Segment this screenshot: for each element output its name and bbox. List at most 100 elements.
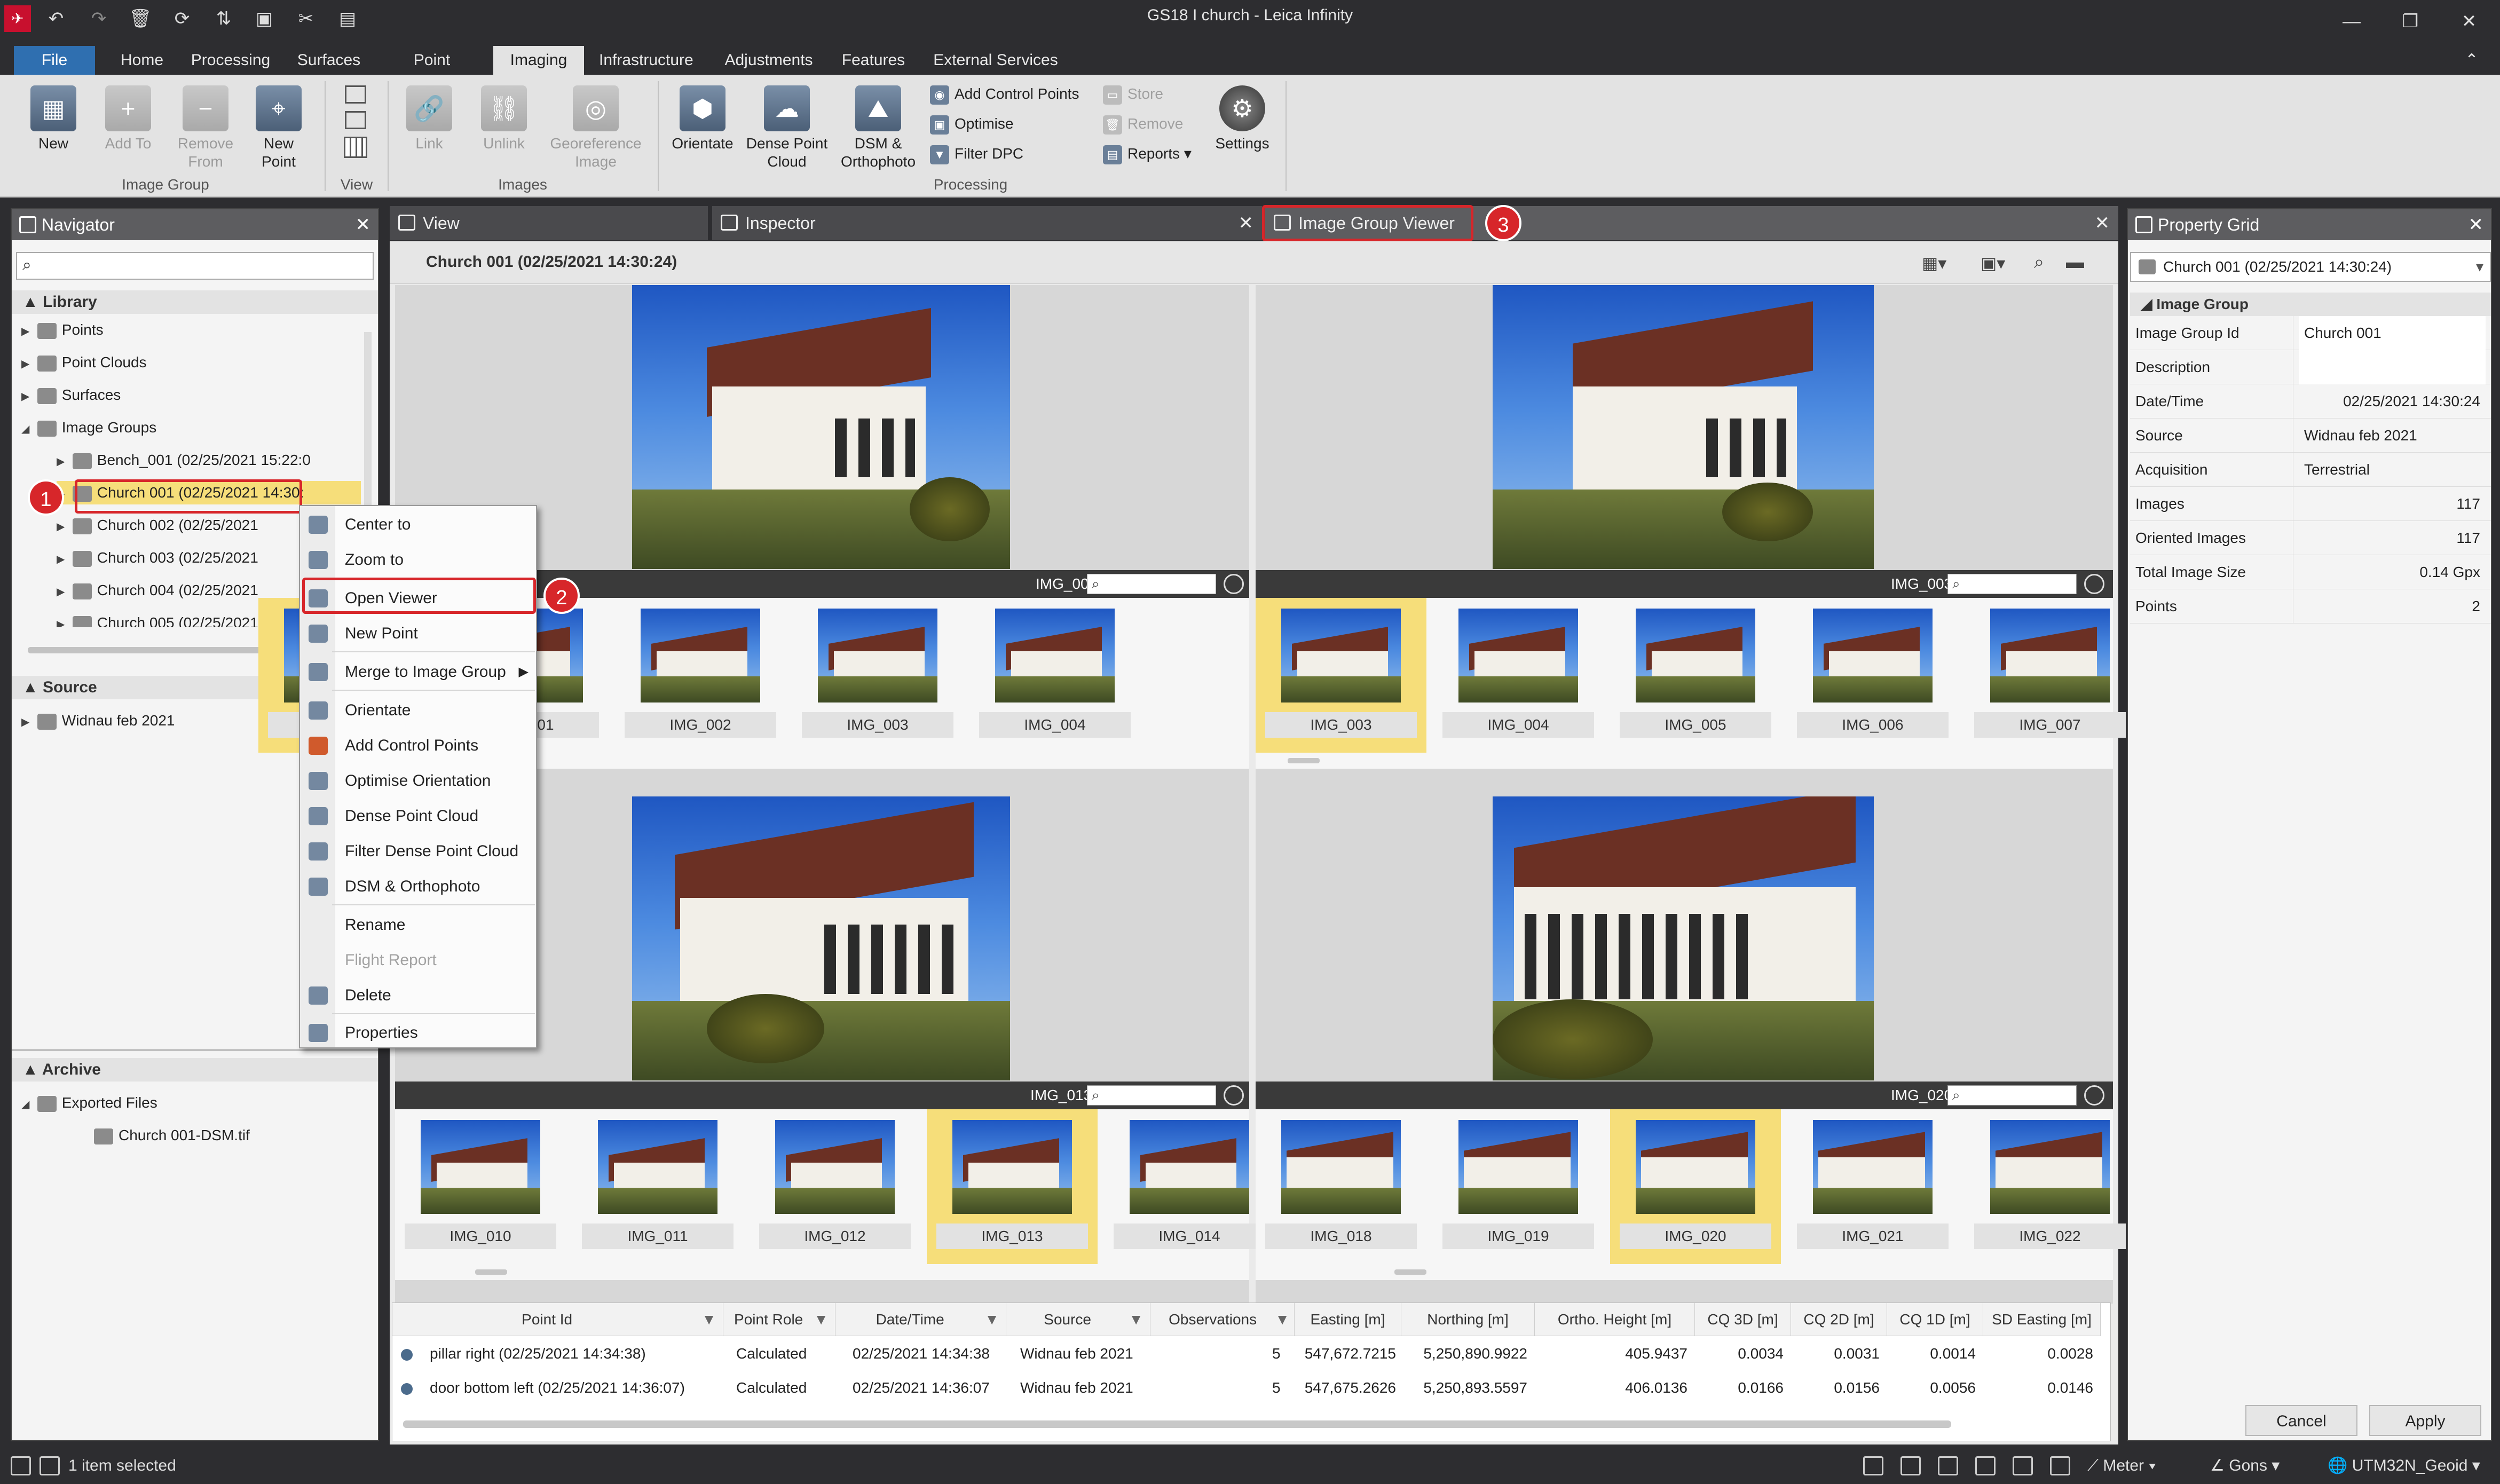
minimize-icon[interactable]: — (2333, 5, 2370, 37)
view-layout-button[interactable] (334, 85, 377, 158)
tree-item-bench-001[interactable]: ▶ Bench_001 (02/25/2021 15:22:0 (57, 448, 311, 472)
add-to-button[interactable]: + Add To (96, 85, 160, 153)
thumbnail[interactable]: IMG_006 (1787, 598, 1958, 753)
navigate-icon[interactable] (2084, 1085, 2104, 1106)
scroll-knob[interactable] (475, 1269, 507, 1275)
tree-item-image-groups[interactable]: ◢ Image Groups (21, 416, 156, 439)
new-image-group-button[interactable]: ▦ New (21, 85, 85, 153)
menu-item-zoom-to[interactable]: Zoom to (300, 543, 536, 577)
tab-view[interactable]: View (390, 206, 708, 240)
image-search-input[interactable]: ⌕ (1087, 1085, 1216, 1106)
menu-item-rename[interactable]: Rename (300, 909, 536, 942)
description-field[interactable] (2299, 350, 2486, 384)
menu-item-delete[interactable]: Delete (300, 979, 536, 1012)
reports-button[interactable]: ▤ Reports ▾ (1103, 142, 1192, 165)
image-group-id-field[interactable]: Church 001 (2299, 316, 2486, 350)
menu-item-filter-dense-point-cloud[interactable]: Filter Dense Point Cloud (300, 835, 536, 868)
expand-icon[interactable]: ▶ (21, 352, 33, 376)
table-scrollbar[interactable] (403, 1420, 1951, 1428)
menu-item-merge[interactable]: Merge to Image Group ▶ (300, 656, 536, 689)
column-header[interactable]: SD Easting [m] (1983, 1303, 2101, 1336)
settings-button[interactable]: ⚙ Settings (1208, 85, 1277, 153)
tree-item-surfaces[interactable]: ▶ Surfaces (21, 383, 121, 407)
column-header[interactable]: Source ▼ (1006, 1303, 1150, 1336)
menu-item-optimise-orientation[interactable]: Optimise Orientation (300, 764, 536, 798)
tab-file[interactable]: File (14, 46, 95, 75)
tree-item-church-005[interactable]: ▶ Church 005 (02/25/2021 (57, 611, 258, 627)
tree-item-church-002[interactable]: ▶ Church 002 (02/25/2021 (57, 514, 258, 537)
store-button[interactable]: ▭ Store (1103, 82, 1163, 106)
georeference-image-button[interactable]: ◎ Georeference Image (542, 85, 649, 171)
filter-icon[interactable]: ▼ (1275, 1303, 1290, 1336)
thumbnail[interactable]: IMG_004 (969, 598, 1140, 753)
tree-item-points[interactable]: ▶ Points (21, 318, 104, 342)
tab-inspector[interactable]: Inspector ✕ (712, 206, 1262, 240)
main-image-1[interactable] (632, 285, 1010, 569)
menu-item-dsm-orthophoto[interactable]: DSM & Orthophoto (300, 870, 536, 903)
property-selector[interactable]: Church 001 (02/25/2021 14:30:24) ▾ (2130, 252, 2491, 282)
column-header[interactable]: CQ 2D [m] (1791, 1303, 1887, 1336)
thumbnail[interactable]: IMG_020 (1610, 1109, 1781, 1264)
expand-icon[interactable]: ▶ (57, 580, 68, 604)
tree-item-dsm-file[interactable]: Church 001-DSM.tif (94, 1124, 250, 1147)
column-header[interactable]: Date/Time ▼ (835, 1303, 1006, 1336)
filter-icon[interactable]: ▼ (701, 1303, 716, 1336)
filter-icon[interactable]: ▼ (984, 1303, 999, 1336)
image-search-input[interactable]: ⌕ (1947, 574, 2077, 594)
thumbnail[interactable]: IMG_010 (395, 1109, 566, 1264)
fullscreen-icon[interactable]: ▬ (2066, 252, 2084, 273)
thumbnail[interactable]: IMG_013 (927, 1109, 1098, 1264)
menu-item-dense-point-cloud[interactable]: Dense Point Cloud (300, 800, 536, 833)
tree-horizontal-scrollbar[interactable] (28, 647, 284, 653)
scroll-knob[interactable] (1288, 758, 1320, 763)
selection-icon[interactable] (40, 1456, 60, 1475)
close-panel-icon[interactable]: ✕ (356, 209, 371, 240)
scroll-knob[interactable] (1394, 1269, 1426, 1275)
thumbnail[interactable]: IMG_005 (1610, 598, 1781, 753)
collapse-icon[interactable]: ◢ (21, 1093, 33, 1116)
thumbnail[interactable]: IMG_004 (1433, 598, 1604, 753)
tab-point-clouds[interactable]: Point Clouds (380, 46, 484, 98)
expand-icon[interactable]: ▶ (21, 711, 33, 734)
filter-icon[interactable]: ▼ (1129, 1303, 1143, 1336)
add-control-points-button[interactable]: ◉ Add Control Points (930, 82, 1079, 106)
column-header[interactable]: Northing [m] (1401, 1303, 1535, 1336)
menu-item-new-point[interactable]: New Point (300, 617, 536, 650)
tree-item-church-003[interactable]: ▶ Church 003 (02/25/2021 (57, 546, 258, 570)
library-section-header[interactable]: ▲ Library (12, 290, 378, 314)
expand-icon[interactable]: ▶ (21, 320, 33, 343)
grid-icon[interactable] (1938, 1456, 1958, 1475)
filter-dpc-button[interactable]: ▼ Filter DPC (930, 142, 1023, 165)
expand-icon[interactable]: ▶ (21, 385, 33, 408)
navigator-search-input[interactable]: ⌕ (16, 252, 374, 280)
unit-selector[interactable]: ⟋ Meter ▾ (2087, 1448, 2156, 1484)
tree-item-source-widnau[interactable]: ▶ Widnau feb 2021 (21, 709, 175, 732)
image-options-icon[interactable]: ▣▾ (1981, 253, 2005, 273)
zoom-icon[interactable]: ⌕ (2034, 252, 2044, 273)
column-header[interactable]: CQ 3D [m] (1695, 1303, 1791, 1336)
dense-point-cloud-button[interactable]: ☁ Dense Point Cloud (744, 85, 830, 171)
collapse-ribbon-icon[interactable]: ⌃ (2456, 46, 2488, 75)
unlink-button[interactable]: ⛓ Unlink (472, 85, 536, 153)
tree-item-church-004[interactable]: ▶ Church 004 (02/25/2021 (57, 579, 258, 602)
tab-processing[interactable]: Processing (183, 46, 279, 75)
thumbnail[interactable]: IMG_002 (615, 598, 786, 753)
table-icon[interactable] (2050, 1456, 2070, 1475)
orientate-button[interactable]: ⬢ Orientate (666, 85, 739, 153)
cancel-button[interactable]: Cancel (2245, 1405, 2357, 1436)
thumbnail-scrollbar[interactable] (1256, 1264, 2113, 1280)
collapse-icon[interactable]: ◢ (21, 417, 33, 441)
layout-grid-icon[interactable]: ▦▾ (1922, 253, 1946, 273)
maximize-icon[interactable]: ❐ (2392, 5, 2429, 37)
close-icon[interactable]: ✕ (2450, 5, 2488, 37)
expand-icon[interactable]: ▶ (57, 450, 68, 473)
expand-icon[interactable]: ▶ (57, 613, 68, 627)
thumbnail[interactable]: IMG_021 (1787, 1109, 1958, 1264)
thumbnail[interactable]: IMG_014 (1104, 1109, 1275, 1264)
column-header[interactable]: Point Id ▼ (392, 1303, 723, 1336)
archive-section-header[interactable]: ▲ Archive (12, 1058, 378, 1082)
column-header[interactable]: Observations ▼ (1150, 1303, 1295, 1336)
tab-home[interactable]: Home (107, 46, 177, 75)
tree-item-point-clouds[interactable]: ▶ Point Clouds (21, 351, 147, 374)
column-header[interactable]: CQ 1D [m] (1887, 1303, 1983, 1336)
